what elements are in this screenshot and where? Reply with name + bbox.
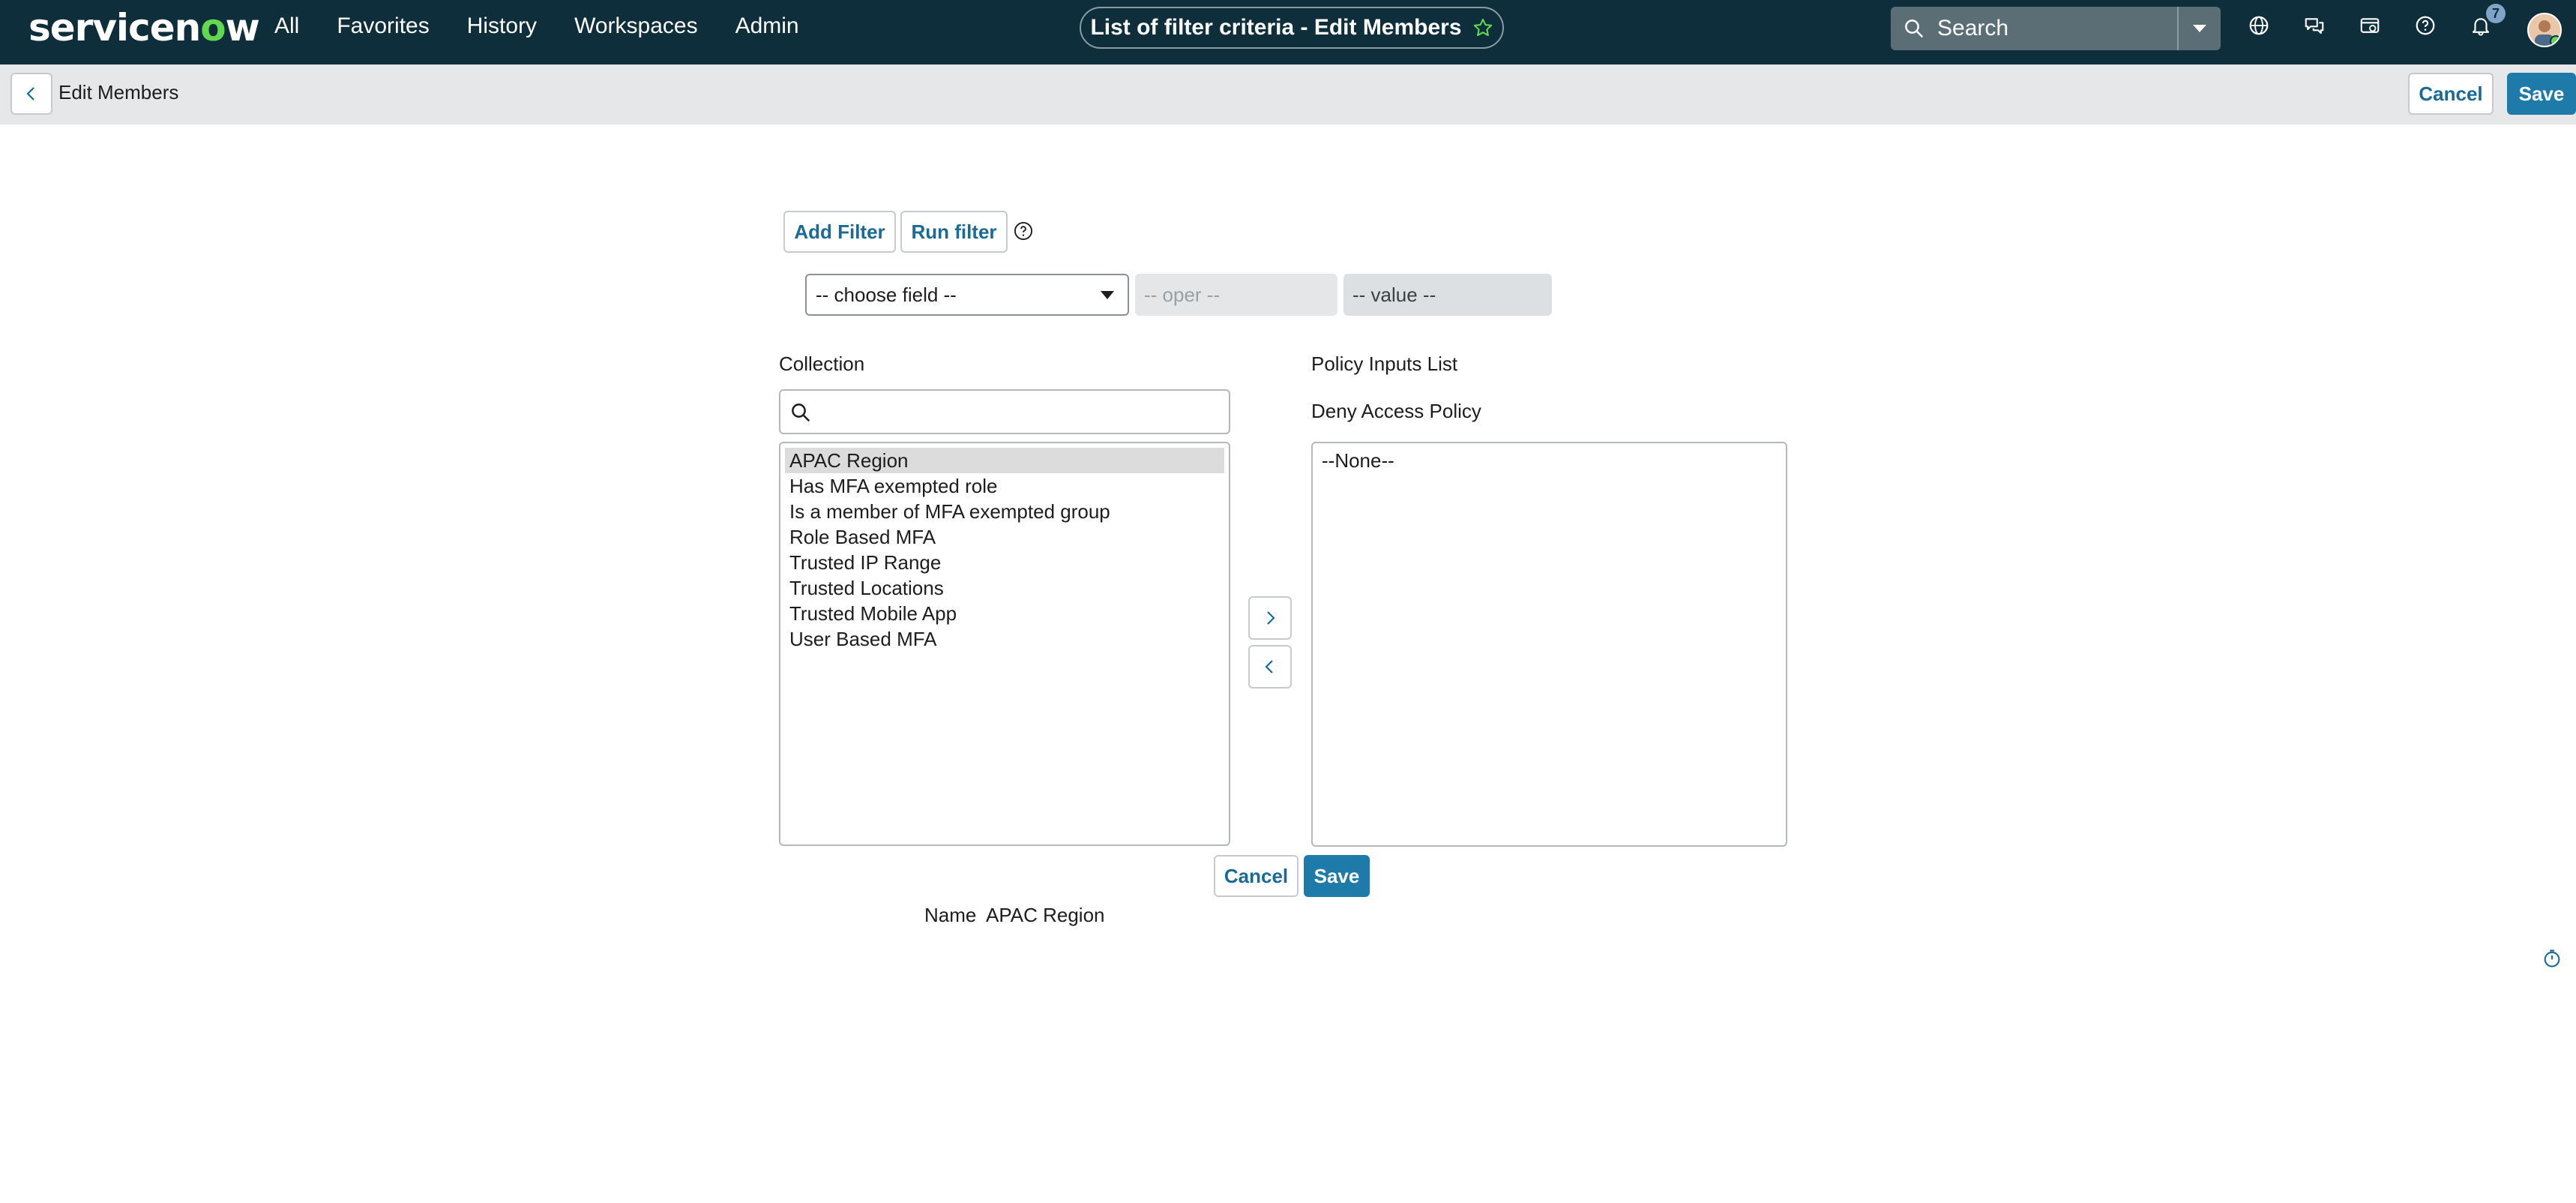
add-filter-button[interactable]: Add Filter [783,211,896,253]
search-icon [1905,20,1924,38]
notification-badge: 7 [2486,4,2506,23]
collection-search-input[interactable] [779,389,1230,434]
list-item[interactable]: --None-- [1317,448,1781,473]
header-icon-bar: 7 [2248,4,2506,37]
value-input[interactable]: -- value -- [1343,274,1552,316]
caret-down-icon [1101,291,1114,299]
help-icon[interactable] [2414,14,2437,37]
chevron-left-icon [26,87,34,100]
global-search[interactable]: Search [1891,7,2221,50]
save-button[interactable]: Save [1304,855,1370,897]
list-item[interactable]: Trusted Mobile App [785,601,1224,626]
list-item[interactable]: User Based MFA [785,626,1224,652]
add-to-list-button[interactable] [1248,596,1292,640]
header-save-button[interactable]: Save [2507,73,2576,115]
globe-icon[interactable] [2248,14,2270,37]
star-icon[interactable] [1472,17,1493,38]
list-item[interactable]: Is a member of MFA exempted group [785,499,1224,524]
chevron-left-icon [1265,660,1273,674]
collection-label: Collection [779,352,865,375]
main-menu: All Favorites History Workspaces Admin [274,14,799,39]
name-label: Name [924,904,977,926]
deny-access-policy-label: Deny Access Policy [1311,400,1481,422]
operator-select[interactable]: -- oper -- [1135,274,1337,316]
list-item[interactable]: Has MFA exempted role [785,473,1224,499]
run-filter-button[interactable]: Run filter [900,211,1008,253]
page-title: List of filter criteria - Edit Members [1090,15,1462,40]
name-value: APAC Region [986,904,1105,926]
collection-listbox[interactable]: APAC Region Has MFA exempted role Is a m… [779,442,1230,846]
search-scope-dropdown[interactable] [2177,7,2221,50]
header-cancel-button[interactable]: Cancel [2408,73,2494,115]
user-avatar[interactable] [2527,13,2562,47]
chevron-right-icon [1267,611,1275,625]
search-input[interactable]: Search [1937,16,2177,41]
bell-icon[interactable]: 7 [2470,4,2506,37]
policy-inputs-listbox[interactable]: --None-- [1311,442,1787,847]
stopwatch-icon[interactable] [2542,948,2563,969]
list-item[interactable]: Trusted Locations [785,575,1224,601]
menu-favorites[interactable]: Favorites [337,14,429,39]
menu-admin[interactable]: Admin [735,14,799,39]
choose-field-value: -- choose field -- [816,283,957,306]
menu-workspaces[interactable]: Workspaces [574,14,698,39]
form-title: Edit Members [58,81,179,104]
policy-inputs-label: Policy Inputs List [1311,352,1458,375]
back-button[interactable] [10,73,52,115]
cancel-button[interactable]: Cancel [1214,855,1298,897]
servicenow-logo[interactable]: servicenow [28,6,260,50]
menu-all[interactable]: All [274,14,299,39]
list-item[interactable]: Trusted IP Range [785,550,1224,575]
chat-icon[interactable] [2303,14,2326,37]
menu-history[interactable]: History [467,14,537,39]
list-item[interactable]: APAC Region [785,448,1224,473]
context-title-pill[interactable]: List of filter criteria - Edit Members [1080,7,1504,49]
filter-help-icon[interactable] [1013,220,1034,242]
caret-down-icon [2193,25,2206,32]
search-icon [792,404,810,422]
card-icon[interactable] [2359,14,2381,37]
choose-field-select[interactable]: -- choose field -- [805,274,1129,316]
form-header: Edit Members Cancel Save [0,64,2576,124]
list-item[interactable]: Role Based MFA [785,524,1224,550]
top-navigation-bar: servicenow All Favorites History Workspa… [0,0,2576,64]
remove-from-list-button[interactable] [1248,645,1292,688]
